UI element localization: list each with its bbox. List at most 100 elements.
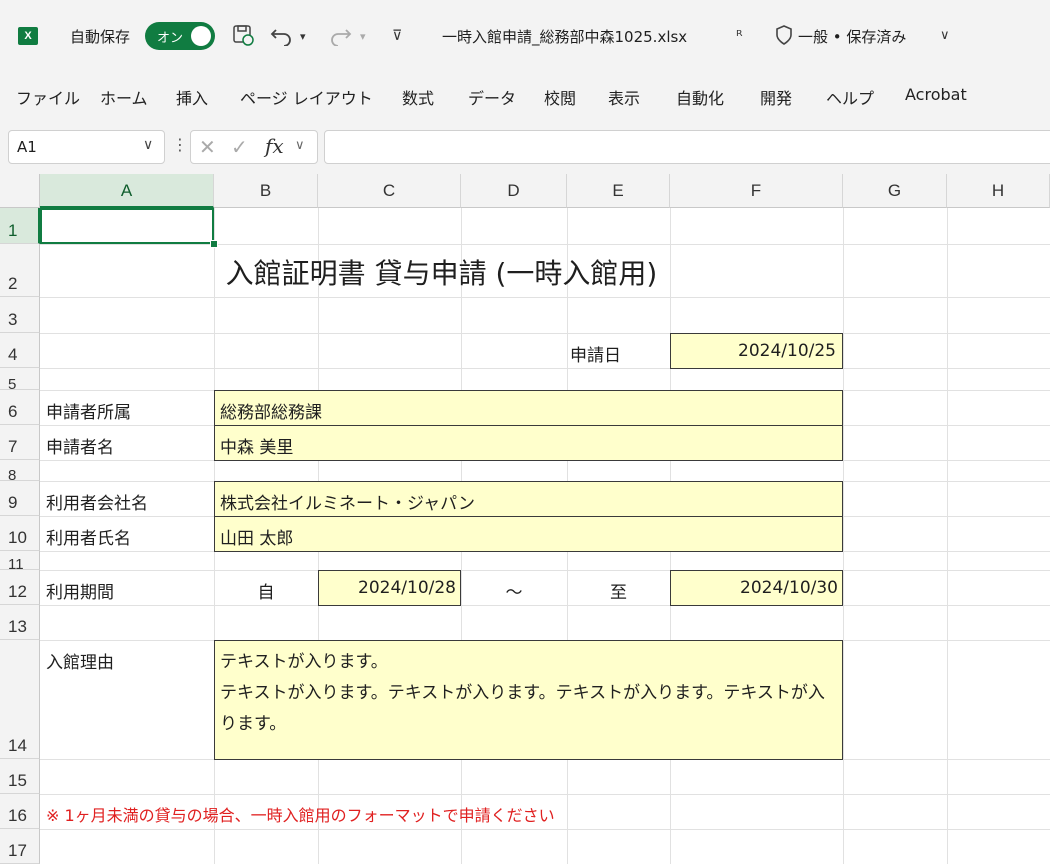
column-header-a[interactable]: A [40,174,214,208]
shield-icon[interactable] [775,25,793,50]
gridline [40,794,1050,795]
share-icon[interactable]: ᴿ [736,27,743,45]
chevron-down-icon[interactable]: ∨ [940,28,950,43]
apply-date-label[interactable]: 申請日 [570,341,668,366]
applicant-label[interactable]: 申請者名 [46,433,212,458]
autosave-toggle[interactable]: オン [145,22,215,50]
tab-insert[interactable]: 挿入 [176,85,208,109]
undo-icon[interactable] [270,24,296,51]
tab-page-layout[interactable]: ページ レイアウト [240,85,373,109]
row-header-14[interactable]: 14 [0,640,40,759]
chevron-down-icon[interactable]: ▾ [300,30,306,43]
column-header-e[interactable]: E [567,174,670,208]
autosave-toggle-label: オン [157,31,184,46]
row-header-3[interactable]: 3 [0,297,40,333]
company-cell[interactable]: 株式会社イルミネート・ジャパン [214,481,843,517]
gridline [40,333,1050,334]
fill-handle[interactable] [210,240,218,248]
enter-icon[interactable]: ✓ [231,135,248,159]
customize-icon[interactable]: ⊽ [392,28,402,44]
from-date-cell[interactable]: 2024/10/28 [318,570,461,606]
from-label[interactable]: 自 [214,578,318,603]
row-header-12[interactable]: 12 [0,570,40,605]
row-header-2[interactable]: 2 [0,244,40,297]
note-text[interactable]: ※ 1ヶ月未満の貸与の場合、一時入館用のフォーマットで申請ください [46,802,846,826]
select-all-corner[interactable] [0,174,40,208]
toggle-knob [191,26,211,46]
chevron-down-icon[interactable]: ▾ [360,30,366,43]
insert-function-icon[interactable]: fx [265,134,284,158]
tab-automate[interactable]: 自動化 [676,85,724,109]
document-title[interactable]: 一時入館申請_総務部中森1025.xlsx [442,26,687,47]
tab-developer[interactable]: 開発 [760,85,792,109]
to-date-cell[interactable]: 2024/10/30 [670,570,843,606]
tab-acrobat[interactable]: Acrobat [905,85,967,104]
period-label[interactable]: 利用期間 [46,578,212,603]
title-bar: X 自動保存 オン ▾ ▾ ⊽ 一時入館申請_総務部中森1025.xlsx ᴿ … [0,0,1050,72]
tab-data[interactable]: データ [468,85,516,109]
user-label[interactable]: 利用者氏名 [46,524,212,549]
formula-input[interactable] [324,130,1050,164]
column-header-h[interactable]: H [947,174,1050,208]
row-header-7[interactable]: 7 [0,425,40,460]
reason-cell[interactable]: テキストが入ります。 テキストが入ります。テキストが入ります。テキストが入ります… [214,640,843,760]
tab-file[interactable]: ファイル [16,85,80,109]
autosave-label: 自動保存 [70,28,131,46]
row-header-9[interactable]: 9 [0,481,40,516]
column-header-c[interactable]: C [318,174,461,208]
row-header-8[interactable]: 8 [0,460,40,481]
save-icon[interactable] [232,24,254,51]
tab-view[interactable]: 表示 [608,85,640,109]
column-header-f[interactable]: F [670,174,843,208]
gridline [843,208,844,864]
form-title[interactable]: 入館証明書 貸与申請 (一時入館用) [40,252,843,292]
gridline [40,570,1050,571]
applicant-cell[interactable]: 中森 美里 [214,425,843,461]
ribbon-tabs: ファイル ホーム 挿入 ページ レイアウト 数式 データ 校閲 表示 自動化 開… [0,72,1050,118]
column-header-d[interactable]: D [461,174,567,208]
gridline [40,244,1050,245]
tab-help[interactable]: ヘルプ [826,85,874,109]
reason-line: テキストが入ります。テキストが入ります。テキストが入ります。テキストが入 [220,683,825,703]
excel-icon[interactable]: X [18,27,38,45]
row-header-5[interactable]: 5 [0,368,40,390]
tilde-label[interactable]: ～ [461,578,567,603]
more-icon[interactable]: ⋮ [172,135,188,154]
tab-formulas[interactable]: 数式 [402,85,434,109]
cell-a1-selected[interactable] [40,208,214,244]
formula-buttons: ✕ ✓ fx ∨ [190,130,318,164]
apply-date-cell[interactable]: 2024/10/25 [670,333,843,369]
column-header-g[interactable]: G [843,174,947,208]
dept-cell[interactable]: 総務部総務課 [214,390,843,426]
gridline [947,208,948,864]
row-header-1[interactable]: 1 [0,208,40,244]
name-box[interactable]: A1 ∨ [8,130,165,164]
gridline [40,605,1050,606]
user-cell[interactable]: 山田 太郎 [214,516,843,552]
tab-review[interactable]: 校閲 [544,85,576,109]
cancel-icon[interactable]: ✕ [199,135,216,159]
to-label[interactable]: 至 [567,578,670,603]
name-box-value: A1 [17,138,37,156]
reason-line: ります。 [220,714,287,734]
row-header-13[interactable]: 13 [0,605,40,640]
redo-icon[interactable] [330,24,356,51]
chevron-down-icon[interactable]: ∨ [143,137,153,153]
row-header-17[interactable]: 17 [0,829,40,864]
sensitivity-label[interactable]: 一般 • 保存済み [798,26,906,47]
row-header-15[interactable]: 15 [0,759,40,794]
column-header-b[interactable]: B [214,174,318,208]
row-header-11[interactable]: 11 [0,551,40,570]
reason-label[interactable]: 入館理由 [46,648,212,673]
gridline [40,368,1050,369]
gridline [40,829,1050,830]
gridline [40,297,1050,298]
dept-label[interactable]: 申請者所属 [46,398,212,423]
tab-home[interactable]: ホーム [100,85,148,109]
chevron-down-icon[interactable]: ∨ [295,138,305,153]
company-label[interactable]: 利用者会社名 [46,489,212,514]
row-header-10[interactable]: 10 [0,516,40,551]
row-header-16[interactable]: 16 [0,794,40,829]
row-header-6[interactable]: 6 [0,390,40,425]
row-header-4[interactable]: 4 [0,333,40,368]
